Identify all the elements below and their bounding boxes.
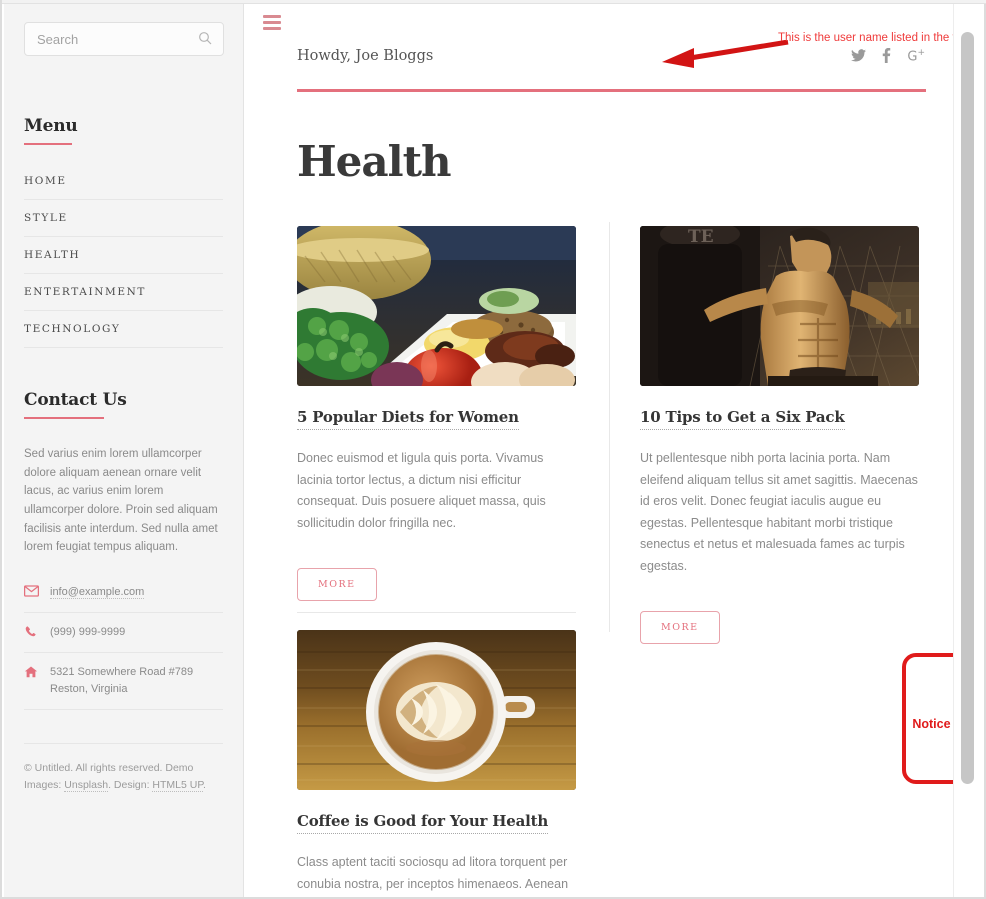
sidebar-item-home[interactable]: HOME: [24, 171, 223, 200]
main-content: Howdy, Joe Bloggs G+ Health 5 Popular Di…: [245, 4, 953, 897]
sidebar-item-style[interactable]: STYLE: [24, 200, 223, 237]
header-accent-rule: [297, 89, 926, 92]
article-title[interactable]: Coffee is Good for Your Health: [297, 812, 548, 834]
copyright-text: © Untitled. All rights reserved. Demo Im…: [24, 760, 224, 794]
search-box[interactable]: [24, 22, 224, 56]
contact-phone-text: (999) 999-9999: [50, 625, 126, 638]
google-plus-icon[interactable]: G+: [907, 49, 925, 64]
contact-item-address: 5321 Somewhere Road #789 Reston, Virgini…: [24, 653, 223, 710]
contact-heading-underline: [24, 417, 104, 419]
home-icon: [24, 664, 50, 679]
hamburger-icon[interactable]: [263, 15, 281, 33]
article-excerpt: Class aptent taciti sociosqu ad litora t…: [297, 855, 569, 891]
article-excerpt: Donec euismod et ligula quis porta. Viva…: [297, 451, 546, 530]
email-link[interactable]: info@example.com: [50, 585, 145, 599]
user-greeting: Howdy, Joe Bloggs: [297, 48, 434, 64]
unsplash-link[interactable]: Unsplash: [64, 778, 109, 792]
vertical-scrollbar[interactable]: [953, 4, 982, 897]
phone-icon: [24, 624, 50, 638]
man-six-pack-photo[interactable]: TE: [640, 226, 919, 386]
sidebar: Menu HOME STYLE HEALTH ENTERTAINMENT TEC…: [4, 4, 244, 897]
annotation-username-note: This is the user name listed in the targ…: [778, 32, 953, 44]
sidebar-item-entertainment[interactable]: ENTERTAINMENT: [24, 274, 223, 311]
article-excerpt: Ut pellentesque nibh porta lacinia porta…: [640, 451, 918, 573]
article-card: 5 Popular Diets for Women Donec euismod …: [297, 226, 576, 601]
article-title[interactable]: 5 Popular Diets for Women: [297, 408, 519, 430]
annotation-box-label: Notice the articles displayed in the pag…: [912, 717, 953, 731]
sidebar-menu: HOME STYLE HEALTH ENTERTAINMENT TECHNOLO…: [24, 171, 223, 348]
social-links: G+: [851, 48, 925, 65]
html5up-link[interactable]: HTML5 UP: [152, 778, 203, 792]
contact-list-end-divider: [24, 710, 223, 744]
contact-address-text: 5321 Somewhere Road #789 Reston, Virgini…: [50, 665, 194, 695]
column-divider: [609, 222, 610, 632]
contact-item-phone: (999) 999-9999: [24, 613, 223, 653]
annotation-arrow: [662, 40, 789, 68]
contact-email-text[interactable]: info@example.com: [50, 584, 145, 601]
search-icon[interactable]: [197, 30, 213, 46]
more-button[interactable]: MORE: [297, 567, 377, 601]
scrollbar-thumb[interactable]: [961, 32, 974, 784]
contact-heading: Contact Us: [24, 390, 127, 410]
hamburger-bar: [263, 27, 281, 30]
envelope-icon: [24, 584, 50, 597]
latte-coffee-photo[interactable]: [297, 630, 576, 790]
twitter-icon[interactable]: [851, 49, 867, 64]
article-card: Coffee is Good for Your Health Class apt…: [297, 630, 576, 897]
more-button[interactable]: MORE: [640, 610, 720, 644]
browser-page: Menu HOME STYLE HEALTH ENTERTAINMENT TEC…: [0, 0, 986, 899]
copyright-mid: . Design:: [108, 778, 153, 791]
menu-heading-underline: [24, 143, 72, 145]
sidebar-item-technology[interactable]: TECHNOLOGY: [24, 311, 223, 348]
article-title[interactable]: 10 Tips to Get a Six Pack: [640, 408, 845, 430]
sidebar-item-health[interactable]: HEALTH: [24, 237, 223, 274]
food-plate-photo[interactable]: [297, 226, 576, 386]
contact-item-email[interactable]: info@example.com: [24, 573, 223, 613]
facebook-icon[interactable]: [882, 48, 891, 65]
page-title: Health: [297, 137, 452, 186]
post-divider: [297, 612, 576, 613]
search-input[interactable]: [24, 22, 224, 56]
menu-heading: Menu: [24, 116, 78, 136]
contact-description: Sed varius enim lorem ullamcorper dolore…: [24, 448, 218, 554]
annotation-box: Notice the articles displayed in the pag…: [902, 653, 953, 784]
copyright-suffix: .: [203, 778, 206, 791]
hamburger-bar: [263, 21, 281, 24]
article-card: TE 10 Tips to Get a Six Pack Ut pellente…: [640, 226, 919, 644]
contact-list: info@example.com (999) 999-9999 5321 Som…: [24, 573, 223, 744]
hamburger-bar: [263, 15, 281, 18]
